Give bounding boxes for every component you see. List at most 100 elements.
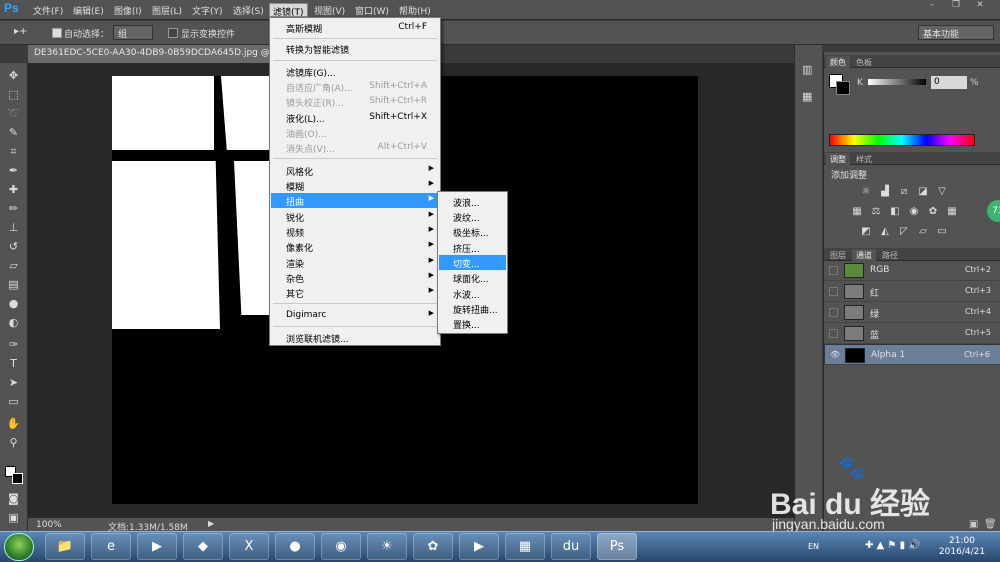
new-channel-icon[interactable]: ▣ (969, 519, 978, 530)
visibility-toggle[interactable] (829, 287, 838, 296)
exposure-icon[interactable]: ◪ (917, 186, 929, 197)
explorer-icon[interactable]: 📁 (45, 533, 85, 560)
submenu-item-wave[interactable]: 波浪... (439, 194, 506, 209)
lasso-icon[interactable]: ➰ (6, 106, 21, 121)
black-white-icon[interactable]: ◧ (889, 206, 901, 217)
selective-color-icon[interactable]: ▱ (917, 226, 929, 237)
eye-icon[interactable]: 👁 (830, 350, 840, 359)
menu-item-gaussian-blur[interactable]: 高斯模糊 Ctrl+F (271, 20, 439, 35)
menu-item-filter-gallery[interactable]: 滤镜库(G)... (271, 64, 439, 79)
app-icon[interactable]: ◆ (183, 533, 223, 560)
brush-icon[interactable]: ✏ (6, 201, 21, 216)
menu-view[interactable]: 视图(V) (311, 3, 348, 17)
menu-item-video[interactable]: 视频 ▶ (271, 224, 439, 239)
channel-row-red[interactable]: 红 Ctrl+3 (824, 281, 1000, 302)
menu-edit[interactable]: 编辑(E) (70, 3, 107, 17)
channel-mixer-icon[interactable]: ✿ (927, 206, 939, 217)
document-tab[interactable]: DE361EDC-5CE0-AA30-4DB9-0B59DCDA645D.jpg… (28, 45, 278, 63)
menu-help[interactable]: 帮助(H) (396, 3, 434, 17)
pen-icon[interactable]: ✑ (6, 337, 21, 352)
excel-icon[interactable]: X (229, 533, 269, 560)
eyedropper-icon[interactable]: ✒ (6, 163, 21, 178)
status-arrow-icon[interactable]: ▶ (208, 519, 214, 528)
brightness-icon[interactable]: ☼ (860, 186, 872, 197)
invert-icon[interactable]: ◩ (860, 226, 872, 237)
baidu-app-icon[interactable]: du (551, 533, 591, 560)
tab-color[interactable]: 颜色 (826, 56, 850, 68)
menu-item-other[interactable]: 其它 ▶ (271, 285, 439, 300)
trash-icon[interactable]: 🗑 (984, 519, 997, 530)
submenu-item-polar[interactable]: 极坐标... (439, 224, 506, 239)
properties-icon[interactable]: ▦ (802, 90, 816, 104)
tab-swatches[interactable]: 色板 (852, 56, 876, 68)
submenu-item-pinch[interactable]: 挤压... (439, 240, 506, 255)
photo-filter-icon[interactable]: ◉ (908, 206, 920, 217)
menu-item-distort[interactable]: 扭曲 ▶ (271, 193, 439, 208)
restore-button[interactable]: ❐ (944, 0, 968, 14)
rectangle-icon[interactable]: ▭ (6, 394, 21, 409)
menu-item-render[interactable]: 渲染 ▶ (271, 255, 439, 270)
menu-item-smart-filter[interactable]: 转换为智能滤镜 (271, 41, 439, 56)
minimize-button[interactable]: – (920, 0, 944, 14)
history-brush-icon[interactable]: ↺ (6, 239, 21, 254)
menu-item-adaptive-wide-angle[interactable]: 自适应广角(A)... Shift+Ctrl+A (271, 79, 439, 94)
quick-mask-icon[interactable]: ◙ (6, 491, 21, 506)
menu-item-liquify[interactable]: 液化(L)... Shift+Ctrl+X (271, 110, 439, 125)
submenu-item-zigzag[interactable]: 水波... (439, 286, 506, 301)
eraser-icon[interactable]: ▱ (6, 258, 21, 273)
close-button[interactable]: ✕ (968, 0, 992, 14)
hue-saturation-icon[interactable]: ▦ (851, 206, 863, 217)
curves-icon[interactable]: ⧄ (898, 186, 910, 197)
posterize-icon[interactable]: ◭ (879, 226, 891, 237)
move-tool-icon[interactable]: ▸+ (14, 26, 28, 40)
show-transform-checkbox[interactable] (168, 28, 178, 38)
hand-icon[interactable]: ✋ (6, 416, 21, 431)
calculator-icon[interactable]: ▦ (505, 533, 545, 560)
menu-item-oil-paint[interactable]: 油画(O)... (271, 125, 439, 140)
type-icon[interactable]: T (6, 356, 21, 371)
color-balance-icon[interactable]: ⚖ (870, 206, 882, 217)
browser-icon[interactable]: ● (275, 533, 315, 560)
move-icon[interactable]: ✥ (6, 68, 21, 83)
uc-browser-icon[interactable]: ☀ (367, 533, 407, 560)
media-player-icon[interactable]: ▶ (137, 533, 177, 560)
gradient-map-icon[interactable]: ▭ (936, 226, 948, 237)
submenu-item-displace[interactable]: 置换... (439, 316, 506, 331)
tab-styles[interactable]: 样式 (852, 153, 876, 165)
submenu-item-shear[interactable]: 切变... (439, 255, 506, 270)
badge[interactable]: 73 (987, 200, 1000, 222)
menu-item-stylize[interactable]: 风格化 ▶ (271, 163, 439, 178)
background-color-swatch[interactable] (12, 473, 23, 484)
menu-select[interactable]: 选择(S) (230, 3, 267, 17)
menu-image[interactable]: 图像(I) (111, 3, 145, 17)
menu-item-vanishing-point[interactable]: 消失点(V)... Alt+Ctrl+V (271, 140, 439, 155)
submenu-item-twirl[interactable]: 旋转扭曲... (439, 301, 506, 316)
healing-icon[interactable]: ✚ (6, 182, 21, 197)
start-button[interactable] (4, 533, 34, 561)
channel-row-green[interactable]: 绿 Ctrl+4 (824, 302, 1000, 323)
gradient-icon[interactable]: ▤ (6, 277, 21, 292)
menu-item-digimarc[interactable]: Digimarc ▶ (271, 308, 439, 323)
menu-item-browse-online[interactable]: 浏览联机滤镜... (271, 330, 439, 345)
player-icon[interactable]: ◉ (321, 533, 361, 560)
menu-type[interactable]: 文字(Y) (189, 3, 226, 17)
visibility-toggle[interactable] (829, 308, 838, 317)
history-icon[interactable]: ▥ (802, 63, 816, 77)
menu-filter[interactable]: 滤镜(T) (269, 3, 308, 18)
dodge-icon[interactable]: ◐ (6, 315, 21, 330)
vibrance-icon[interactable]: ▽ (936, 186, 948, 197)
color-spectrum[interactable] (829, 134, 975, 146)
levels-icon[interactable]: ▟ (879, 186, 891, 197)
k-value-input[interactable]: 0 (931, 76, 967, 89)
menu-item-pixelate[interactable]: 像素化 ▶ (271, 239, 439, 254)
zoom-icon[interactable]: ⚲ (6, 435, 21, 450)
auto-select-dropdown[interactable]: 组 (113, 25, 153, 40)
visibility-toggle[interactable] (829, 266, 838, 275)
threshold-icon[interactable]: ◸ (898, 226, 910, 237)
video-icon[interactable]: ▶ (459, 533, 499, 560)
channel-row-blue[interactable]: 蓝 Ctrl+5 (824, 323, 1000, 344)
workspace-dropdown[interactable]: 基本功能 (918, 25, 994, 40)
menu-item-sharpen[interactable]: 锐化 ▶ (271, 209, 439, 224)
marquee-icon[interactable]: ⬚ (6, 87, 21, 102)
submenu-item-ripple[interactable]: 波纹... (439, 209, 506, 224)
